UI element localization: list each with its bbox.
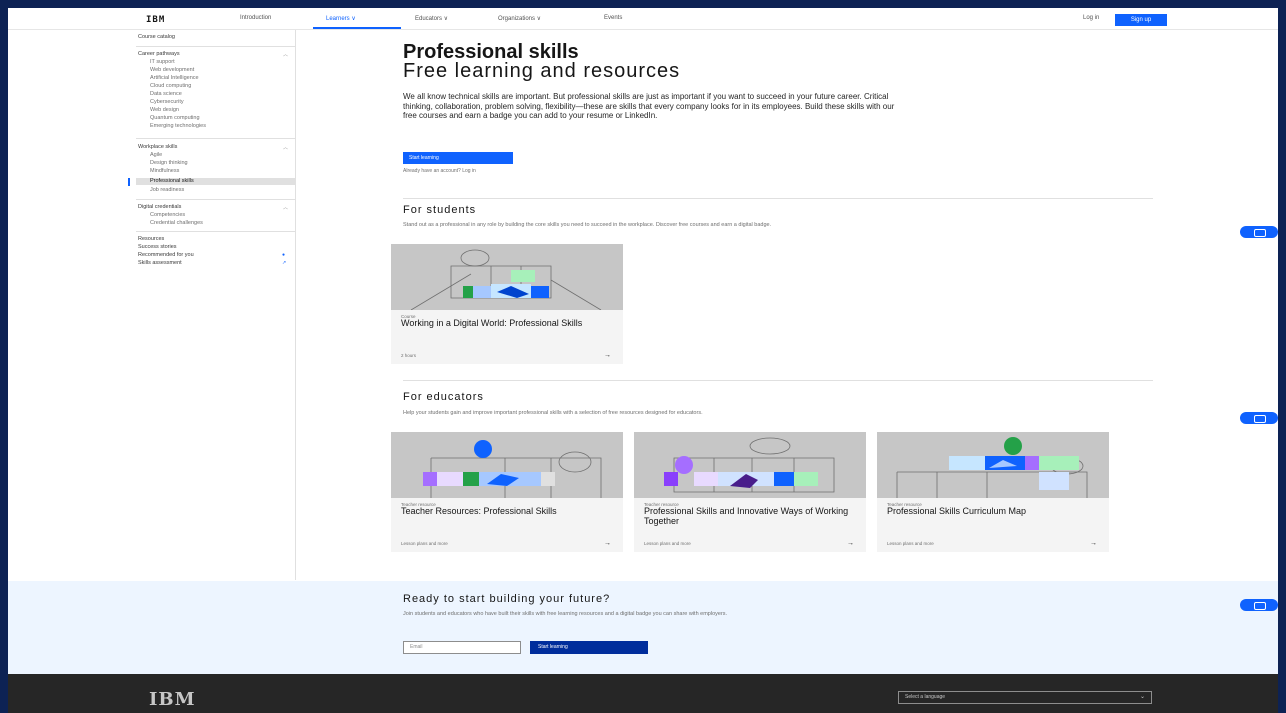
- arrow-right-icon[interactable]: →: [604, 352, 611, 359]
- chat-button[interactable]: [1240, 412, 1278, 424]
- sidebar-item-cloud[interactable]: Cloud computing: [150, 83, 191, 89]
- sidebar-item-recommended[interactable]: Recommended for you: [138, 252, 194, 258]
- language-select[interactable]: Select a language ⌄: [898, 691, 1152, 704]
- cta-heading: Ready to start building your future?: [403, 593, 611, 605]
- card-illustration: [391, 432, 623, 498]
- sidebar-divider: [136, 231, 296, 232]
- sidebar-item-agile[interactable]: Agile: [150, 152, 162, 158]
- sidebar-item-data-science[interactable]: Data science: [150, 91, 182, 97]
- course-card[interactable]: Course Working in a Digital World: Profe…: [391, 244, 623, 364]
- card-title: Professional Skills Curriculum Map: [887, 506, 1027, 516]
- arrow-right-icon[interactable]: →: [1090, 540, 1097, 547]
- chevron-up-icon[interactable]: ︿: [283, 204, 288, 211]
- card-illustration: [391, 244, 623, 310]
- section-divider: [403, 198, 1153, 199]
- new-badge-icon: ●: [282, 252, 286, 258]
- section-divider: [403, 380, 1153, 381]
- chevron-down-icon: ⌄: [1139, 694, 1145, 700]
- card-title: Professional Skills and Innovative Ways …: [644, 506, 849, 526]
- cta-band: Ready to start building your future? Joi…: [8, 581, 1278, 674]
- browser-viewport: IBM Introduction Learners ∨ Educators ∨ …: [8, 8, 1278, 713]
- sidebar-divider: [136, 138, 296, 139]
- students-heading: For students: [403, 204, 477, 216]
- card-footnote: Lesson plans and more: [887, 541, 934, 546]
- nav-item-learners[interactable]: Learners ∨: [326, 15, 356, 22]
- signup-button[interactable]: Sign up: [1115, 14, 1167, 26]
- students-description: Stand out as a professional in any role …: [403, 222, 772, 228]
- sidebar-item-resources[interactable]: Resources: [138, 236, 164, 242]
- page-subtitle: Free learning and resources: [403, 60, 681, 82]
- footer: IBM Select a language ⌄: [8, 674, 1278, 713]
- email-input[interactable]: Email: [403, 641, 521, 654]
- arrow-right-icon[interactable]: →: [847, 540, 854, 547]
- top-navigation: IBM Introduction Learners ∨ Educators ∨ …: [8, 8, 1278, 30]
- card-footnote: Lesson plans and more: [644, 541, 691, 546]
- chat-button[interactable]: [1240, 599, 1278, 611]
- sidebar-item-competencies[interactable]: Competencies: [150, 212, 185, 218]
- sidebar-item-success-stories[interactable]: Success stories: [138, 244, 177, 250]
- sidebar-item-design-thinking[interactable]: Design thinking: [150, 160, 188, 166]
- sidebar-divider: [136, 46, 296, 47]
- chevron-up-icon[interactable]: ︿: [283, 144, 288, 151]
- cta-description: Join students and educators who have bui…: [403, 611, 728, 617]
- sidebar-item-professional-skills[interactable]: Professional skills: [136, 178, 296, 185]
- chat-button[interactable]: [1240, 226, 1278, 238]
- educators-description: Help your students gain and improve impo…: [403, 410, 703, 416]
- login-sublink[interactable]: Already have an account? Log in: [403, 168, 476, 174]
- card-illustration-graphic: [410, 249, 602, 310]
- sidebar: Course catalog Career pathways ︿ IT supp…: [128, 30, 296, 580]
- sidebar-item-web-design[interactable]: Web design: [150, 107, 179, 113]
- card-duration: 2 hours: [401, 353, 417, 358]
- sidebar-item-it-support[interactable]: IT support: [150, 59, 175, 65]
- nav-item-events[interactable]: Events: [604, 15, 622, 21]
- active-tab-indicator: [313, 27, 401, 29]
- external-link-icon[interactable]: ↗: [282, 260, 286, 266]
- sidebar-item-mindfulness[interactable]: Mindfulness: [150, 168, 179, 174]
- sidebar-item-cybersecurity[interactable]: Cybersecurity: [150, 99, 184, 105]
- sidebar-item-workplace-skills[interactable]: Workplace skills: [138, 144, 177, 150]
- educators-heading: For educators: [403, 391, 484, 403]
- nav-item-organizations[interactable]: Organizations ∨: [498, 15, 541, 22]
- card-illustration-graphic: [664, 437, 835, 493]
- ibm-logo[interactable]: IBM: [146, 15, 165, 25]
- card-footnote: Lesson plans and more: [401, 541, 448, 546]
- nav-item-educators[interactable]: Educators ∨: [415, 15, 448, 22]
- sidebar-item-web-development[interactable]: Web development: [150, 67, 194, 73]
- resource-card[interactable]: Teacher resource Teacher Resources: Prof…: [391, 432, 623, 552]
- resource-card[interactable]: Teacher resource Professional Skills and…: [634, 432, 866, 552]
- sidebar-item-career-pathways[interactable]: Career pathways: [138, 51, 180, 57]
- sidebar-item-quantum[interactable]: Quantum computing: [150, 115, 200, 121]
- sidebar-item-skills-assessment[interactable]: Skills assessment: [138, 260, 182, 266]
- login-link[interactable]: Log in: [1083, 15, 1099, 21]
- card-illustration-graphic: [423, 440, 602, 498]
- start-learning-button[interactable]: Start learning: [403, 152, 513, 164]
- sidebar-item-emerging-tech[interactable]: Emerging technologies: [150, 123, 206, 129]
- card-illustration: [877, 432, 1109, 498]
- cta-start-button[interactable]: Start learning: [530, 641, 648, 654]
- sidebar-divider: [136, 199, 296, 200]
- language-select-label: Select a language: [905, 694, 946, 700]
- intro-paragraph: We all know technical skills are importa…: [403, 92, 895, 120]
- sidebar-item-course-catalog[interactable]: Course catalog: [138, 34, 175, 40]
- active-item-marker: [128, 178, 130, 186]
- sidebar-item-credential-challenges[interactable]: Credential challenges: [150, 220, 203, 226]
- sidebar-item-ai[interactable]: Artificial Intelligence: [150, 75, 199, 81]
- sidebar-item-job-readiness[interactable]: Job readiness: [150, 187, 184, 193]
- card-title: Teacher Resources: Professional Skills: [401, 506, 557, 516]
- resource-card[interactable]: Teacher resource Professional Skills Cur…: [877, 432, 1109, 552]
- nav-item-introduction[interactable]: Introduction: [240, 15, 271, 21]
- sidebar-item-digital-credentials[interactable]: Digital credentials: [138, 204, 181, 210]
- chevron-up-icon[interactable]: ︿: [283, 51, 288, 58]
- footer-ibm-logo[interactable]: IBM: [149, 689, 196, 710]
- card-illustration: [634, 432, 866, 498]
- card-illustration-graphic: [896, 437, 1088, 498]
- card-title: Working in a Digital World: Professional…: [401, 318, 583, 328]
- arrow-right-icon[interactable]: →: [604, 540, 611, 547]
